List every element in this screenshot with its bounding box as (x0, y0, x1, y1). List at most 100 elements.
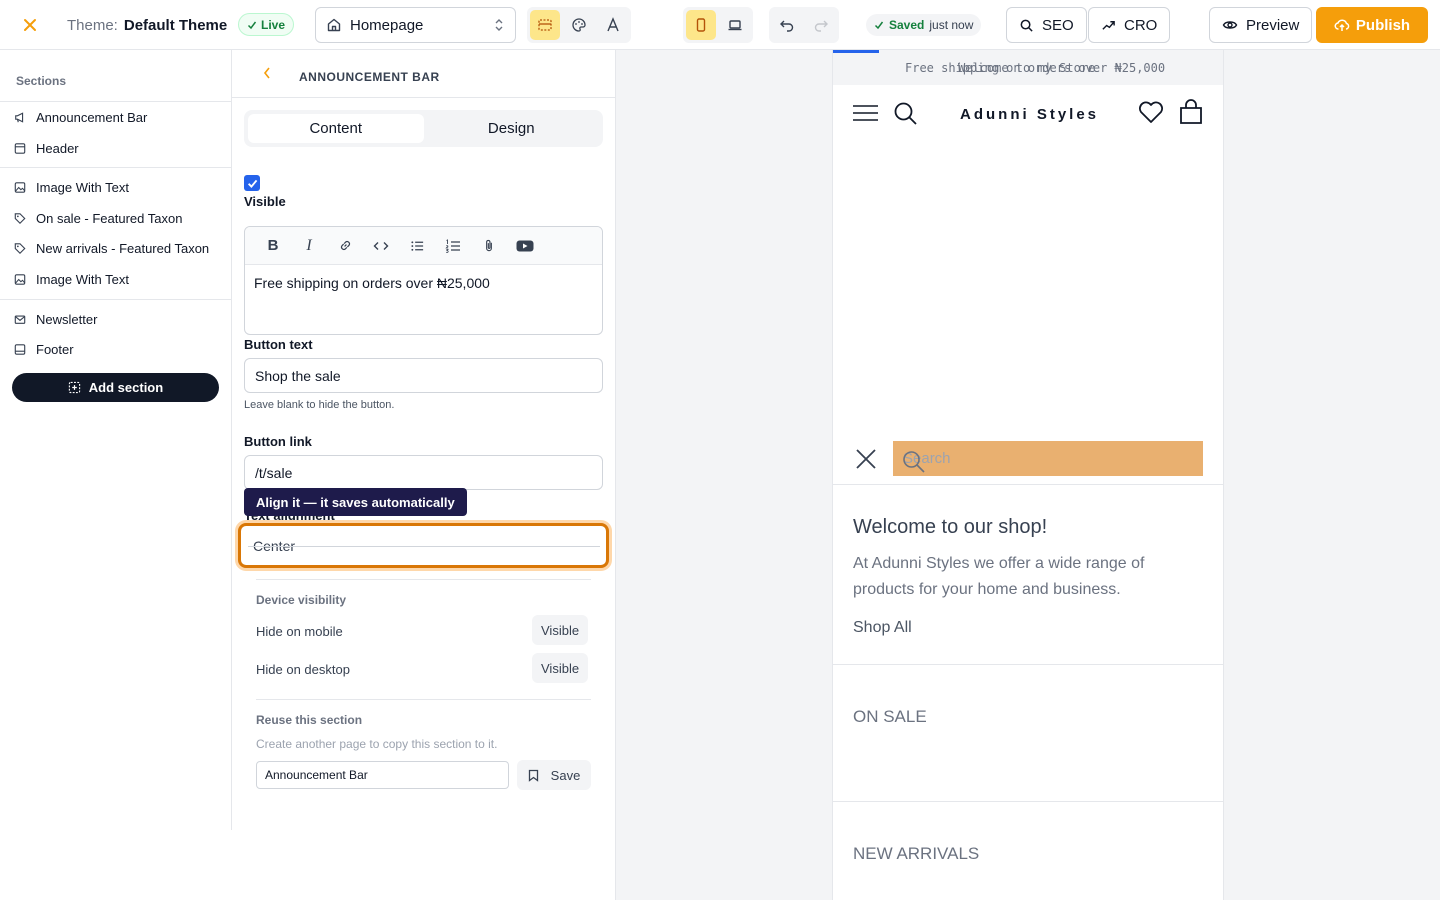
code-button[interactable] (363, 231, 399, 261)
sidebar-item-announcement-bar[interactable]: Announcement Bar (0, 102, 231, 132)
sidebar-item-newsletter[interactable]: Newsletter (0, 304, 231, 334)
sidebar-item-label: On sale - Featured Taxon (36, 210, 183, 226)
hide-mobile-toggle[interactable]: Visible (532, 615, 589, 645)
sections-mode-button[interactable] (530, 10, 560, 40)
cro-button[interactable]: CRO (1088, 7, 1171, 43)
heart-icon[interactable] (1138, 101, 1164, 124)
trending-up-icon (1102, 20, 1115, 30)
check-icon (247, 21, 257, 29)
sections-sidebar: Sections Announcement Bar Header Image W… (0, 50, 232, 830)
desktop-view-button[interactable] (720, 10, 750, 40)
youtube-button[interactable] (507, 231, 543, 261)
youtube-icon (516, 240, 534, 251)
add-section-label: Add section (88, 380, 164, 395)
numbered-list-button[interactable] (435, 231, 471, 261)
shopping-bag-icon[interactable] (1179, 99, 1203, 125)
sidebar-item-image-with-text[interactable]: Image With Text (0, 172, 231, 202)
live-badge: Live (238, 13, 295, 36)
cloud-upload-icon (1334, 19, 1350, 31)
typography-icon (607, 17, 619, 32)
publish-button[interactable]: Publish (1316, 7, 1428, 43)
bold-button[interactable]: B (255, 231, 291, 261)
close-editor-button[interactable] (18, 13, 42, 37)
preview-search-input[interactable]: Search (893, 441, 1203, 476)
seo-button[interactable]: SEO (1006, 7, 1087, 43)
new-arrivals-title: NEW ARRIVALS (853, 844, 980, 863)
tab-content[interactable]: Content (248, 114, 424, 143)
sidebar-item-label: Image With Text (36, 271, 129, 287)
image-icon (14, 181, 26, 193)
sidebar-item-on-sale[interactable]: On sale - Featured Taxon (0, 203, 231, 233)
sidebar-item-footer[interactable]: Footer (0, 334, 231, 364)
device-toggle-group (683, 7, 753, 43)
button-link-input[interactable]: /t/sale (244, 455, 603, 490)
bullet-list-button[interactable] (399, 231, 435, 261)
sidebar-item-label: Image With Text (36, 179, 129, 195)
tooltip: Align it — it saves automatically (244, 488, 467, 516)
typography-button[interactable] (598, 10, 628, 40)
preview-announcement-bar[interactable]: Free shipping on orders over ₦25,000 Wel… (833, 50, 1223, 85)
mobile-preview: Free shipping on orders over ₦25,000 Wel… (832, 50, 1224, 900)
welcome-title: Welcome to our shop! (853, 516, 1048, 538)
divider (248, 546, 600, 547)
search-icon (1020, 19, 1033, 32)
preview-button[interactable]: Preview (1209, 7, 1313, 43)
reuse-name-input[interactable]: Announcement Bar (256, 761, 509, 789)
tag-icon (14, 242, 26, 254)
hide-desktop-toggle[interactable]: Visible (532, 653, 589, 683)
divider (0, 167, 231, 168)
tab-design[interactable]: Design (424, 114, 600, 143)
page-select[interactable]: Homepage (315, 7, 516, 43)
sidebar-item-new-arrivals[interactable]: New arrivals - Featured Taxon (0, 233, 231, 263)
eye-icon (1222, 21, 1238, 29)
loading-progress (833, 50, 879, 53)
sidebar-item-image-with-text-2[interactable]: Image With Text (0, 264, 231, 294)
back-button[interactable] (262, 66, 272, 83)
sidebar-item-header[interactable]: Header (0, 133, 231, 163)
live-label: Live (261, 17, 286, 32)
visible-checkbox[interactable] (244, 175, 260, 191)
mobile-view-button[interactable] (686, 10, 716, 40)
layout-icon (14, 142, 26, 154)
store-brand[interactable]: Adunni Styles (960, 106, 1099, 123)
close-icon[interactable] (855, 448, 877, 470)
shop-all-link[interactable]: Shop All (853, 619, 912, 637)
hide-desktop-label: Hide on desktop (256, 662, 350, 677)
divider (0, 299, 231, 300)
redo-button[interactable] (806, 10, 836, 40)
search-icon (903, 451, 925, 473)
theme-colors-button[interactable] (564, 10, 594, 40)
announcement-text-alt: Welcome to my Store (958, 61, 1096, 75)
attachment-button[interactable] (471, 231, 507, 261)
editor-toolbar: B I (245, 227, 602, 265)
divider (256, 699, 591, 700)
settings-panel: ANNOUNCEMENT BAR Content Design Visible … (232, 50, 616, 900)
bold-icon: B (267, 237, 279, 254)
publish-label: Publish (1355, 16, 1411, 34)
italic-button[interactable]: I (291, 231, 327, 261)
sections-heading: Sections (16, 74, 67, 88)
undo-button[interactable] (772, 10, 802, 40)
sidebar-item-label: Announcement Bar (36, 109, 148, 125)
hamburger-menu-icon[interactable] (853, 103, 878, 123)
mail-icon (14, 313, 26, 325)
top-bar: Theme: Default Theme Live Homepage Saved… (0, 0, 1440, 50)
megaphone-icon (14, 111, 26, 123)
device-visibility-heading: Device visibility (256, 593, 347, 607)
button-text-label: Button text (244, 337, 313, 352)
home-icon (327, 18, 341, 32)
theme-indicator: Theme: Default Theme (67, 14, 227, 36)
button-text-input[interactable]: Shop the sale (244, 358, 603, 393)
tag-icon (14, 212, 26, 224)
button-text-help: Leave blank to hide the button. (244, 399, 395, 411)
reuse-save-button[interactable]: Save (517, 760, 591, 790)
visible-label: Visible (244, 194, 286, 209)
text-alignment-select[interactable]: Center (238, 523, 609, 568)
editor-content[interactable]: Free shipping on orders over ₦25,000 (245, 265, 602, 301)
add-section-button[interactable]: Add section (12, 373, 219, 402)
link-button[interactable] (327, 231, 363, 261)
search-icon[interactable] (893, 101, 918, 126)
link-icon (340, 240, 350, 251)
on-sale-title: ON SALE (853, 707, 927, 726)
check-icon (874, 21, 884, 30)
